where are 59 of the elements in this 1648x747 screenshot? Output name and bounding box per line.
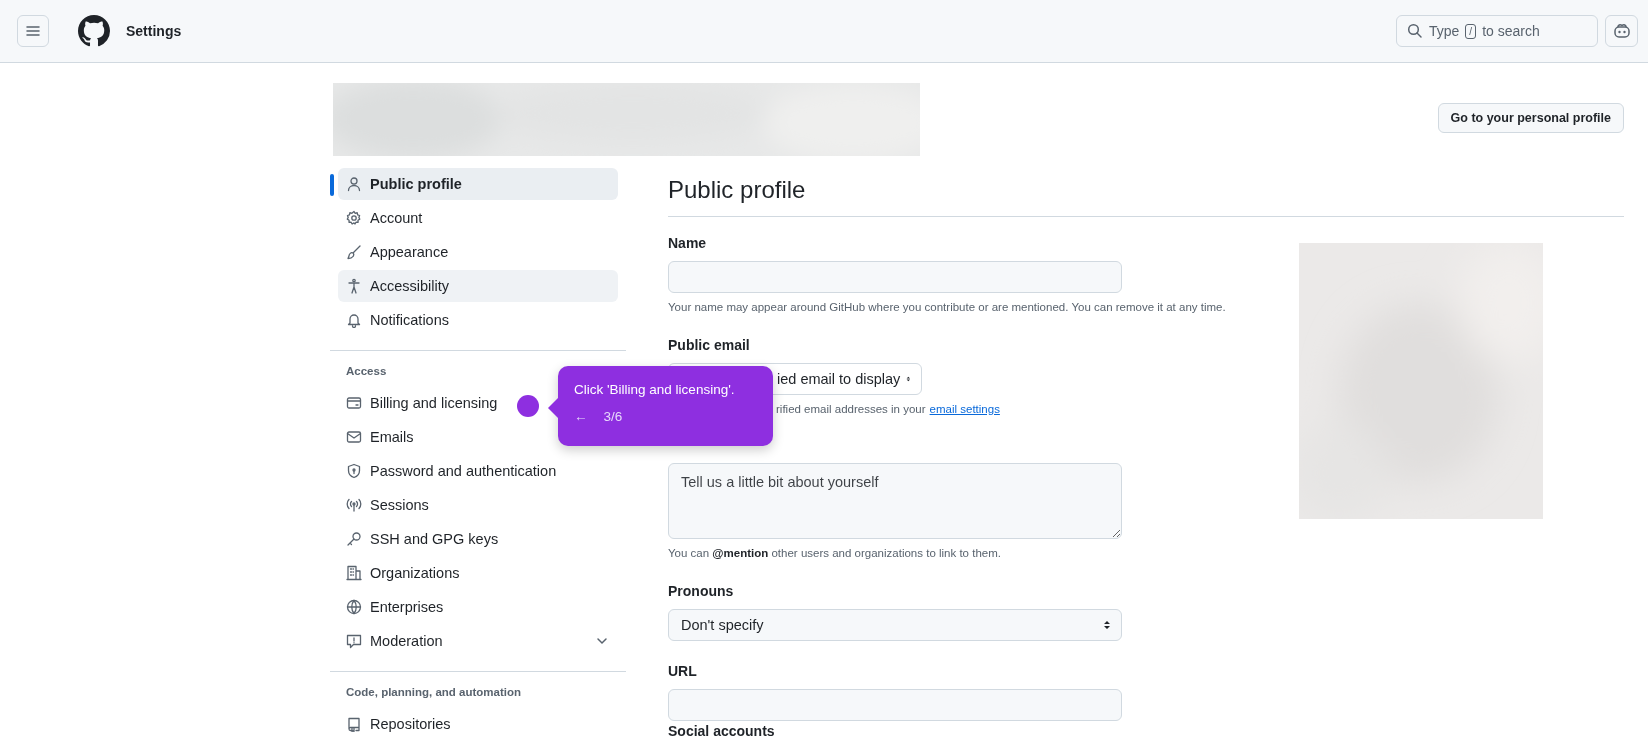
sidebar-item[interactable]: Enterprises: [338, 591, 618, 623]
sidebar-item[interactable]: Sessions: [338, 489, 618, 521]
field-label: Public email: [668, 336, 751, 355]
field-label: Name: [668, 234, 708, 253]
bio-field[interactable]: Tell us a little bit about yourself: [668, 463, 1122, 539]
sidebar-item[interactable]: Notifications: [338, 304, 618, 336]
shield-icon: [346, 463, 362, 479]
page-title: Settings: [126, 23, 182, 39]
signal-icon: [346, 497, 362, 513]
section-heading: Access: [346, 365, 387, 377]
octocat-logo-icon[interactable]: [78, 15, 110, 47]
section-heading: Code, planning, and automation: [346, 686, 522, 698]
search-field[interactable]: Type / to search: [1396, 15, 1598, 47]
pronouns-select[interactable]: Don't specify: [668, 609, 1122, 641]
shortcut-key: /: [1465, 23, 1477, 39]
sidebar-item[interactable]: Moderation: [338, 625, 618, 657]
menu-icon: [25, 23, 41, 39]
step-marker: [517, 395, 539, 417]
brush-icon: [346, 244, 362, 260]
sidebar-item[interactable]: Repositories: [338, 708, 618, 740]
menu-button[interactable]: [17, 15, 49, 47]
gear-icon: [346, 210, 362, 226]
page-heading: Public profile: [668, 175, 807, 205]
name-field[interactable]: [668, 261, 1122, 293]
report-icon: [346, 633, 362, 649]
selection-indicator: [330, 174, 334, 196]
field-label: Pronouns: [668, 582, 735, 601]
sidebar-item[interactable]: Organizations: [338, 557, 618, 589]
copilot-button[interactable]: [1605, 15, 1638, 47]
field-label: Social accounts: [668, 722, 776, 741]
email-settings-link[interactable]: email settings: [929, 401, 1000, 417]
globe-icon: [346, 599, 362, 615]
sidebar-item[interactable]: Appearance: [338, 236, 618, 268]
search-hint-end: to search: [1482, 23, 1540, 39]
access-icon: [346, 278, 362, 294]
robot-icon: [1612, 23, 1631, 39]
person-icon: [346, 176, 362, 192]
sidebar-item[interactable]: Password and authentication: [338, 455, 618, 487]
sort-icon: [1103, 619, 1111, 631]
repo-icon: [346, 716, 362, 732]
field-hint: You can @mention other users and organizations to link to them.: [668, 546, 1001, 561]
key-icon: [346, 531, 362, 547]
sidebar-item[interactable]: SSH and GPG keys: [338, 523, 618, 555]
field-label: URL: [668, 662, 698, 681]
bell-icon: [346, 312, 362, 328]
field-hint: rified email addresses in your: [776, 402, 926, 417]
personal-profile-button[interactable]: Go to your personal profile: [1437, 103, 1624, 133]
sidebar-item[interactable]: Emails: [338, 421, 618, 453]
building-icon: [346, 565, 362, 581]
step-counter: 3/6: [603, 409, 623, 424]
back-button[interactable]: ←: [574, 409, 588, 424]
mail-icon: [346, 429, 362, 445]
url-field[interactable]: [668, 689, 1122, 721]
sidebar-item[interactable]: Account: [338, 202, 618, 234]
field-hint: Your name may appear around GitHub where you contribute or are mentioned. You can remove it at any time.: [668, 300, 1226, 315]
sidebar-item[interactable]: Accessibility: [338, 270, 618, 302]
search-icon: [1407, 23, 1423, 39]
card-icon: [346, 395, 362, 411]
search-hint: Type: [1429, 23, 1460, 39]
